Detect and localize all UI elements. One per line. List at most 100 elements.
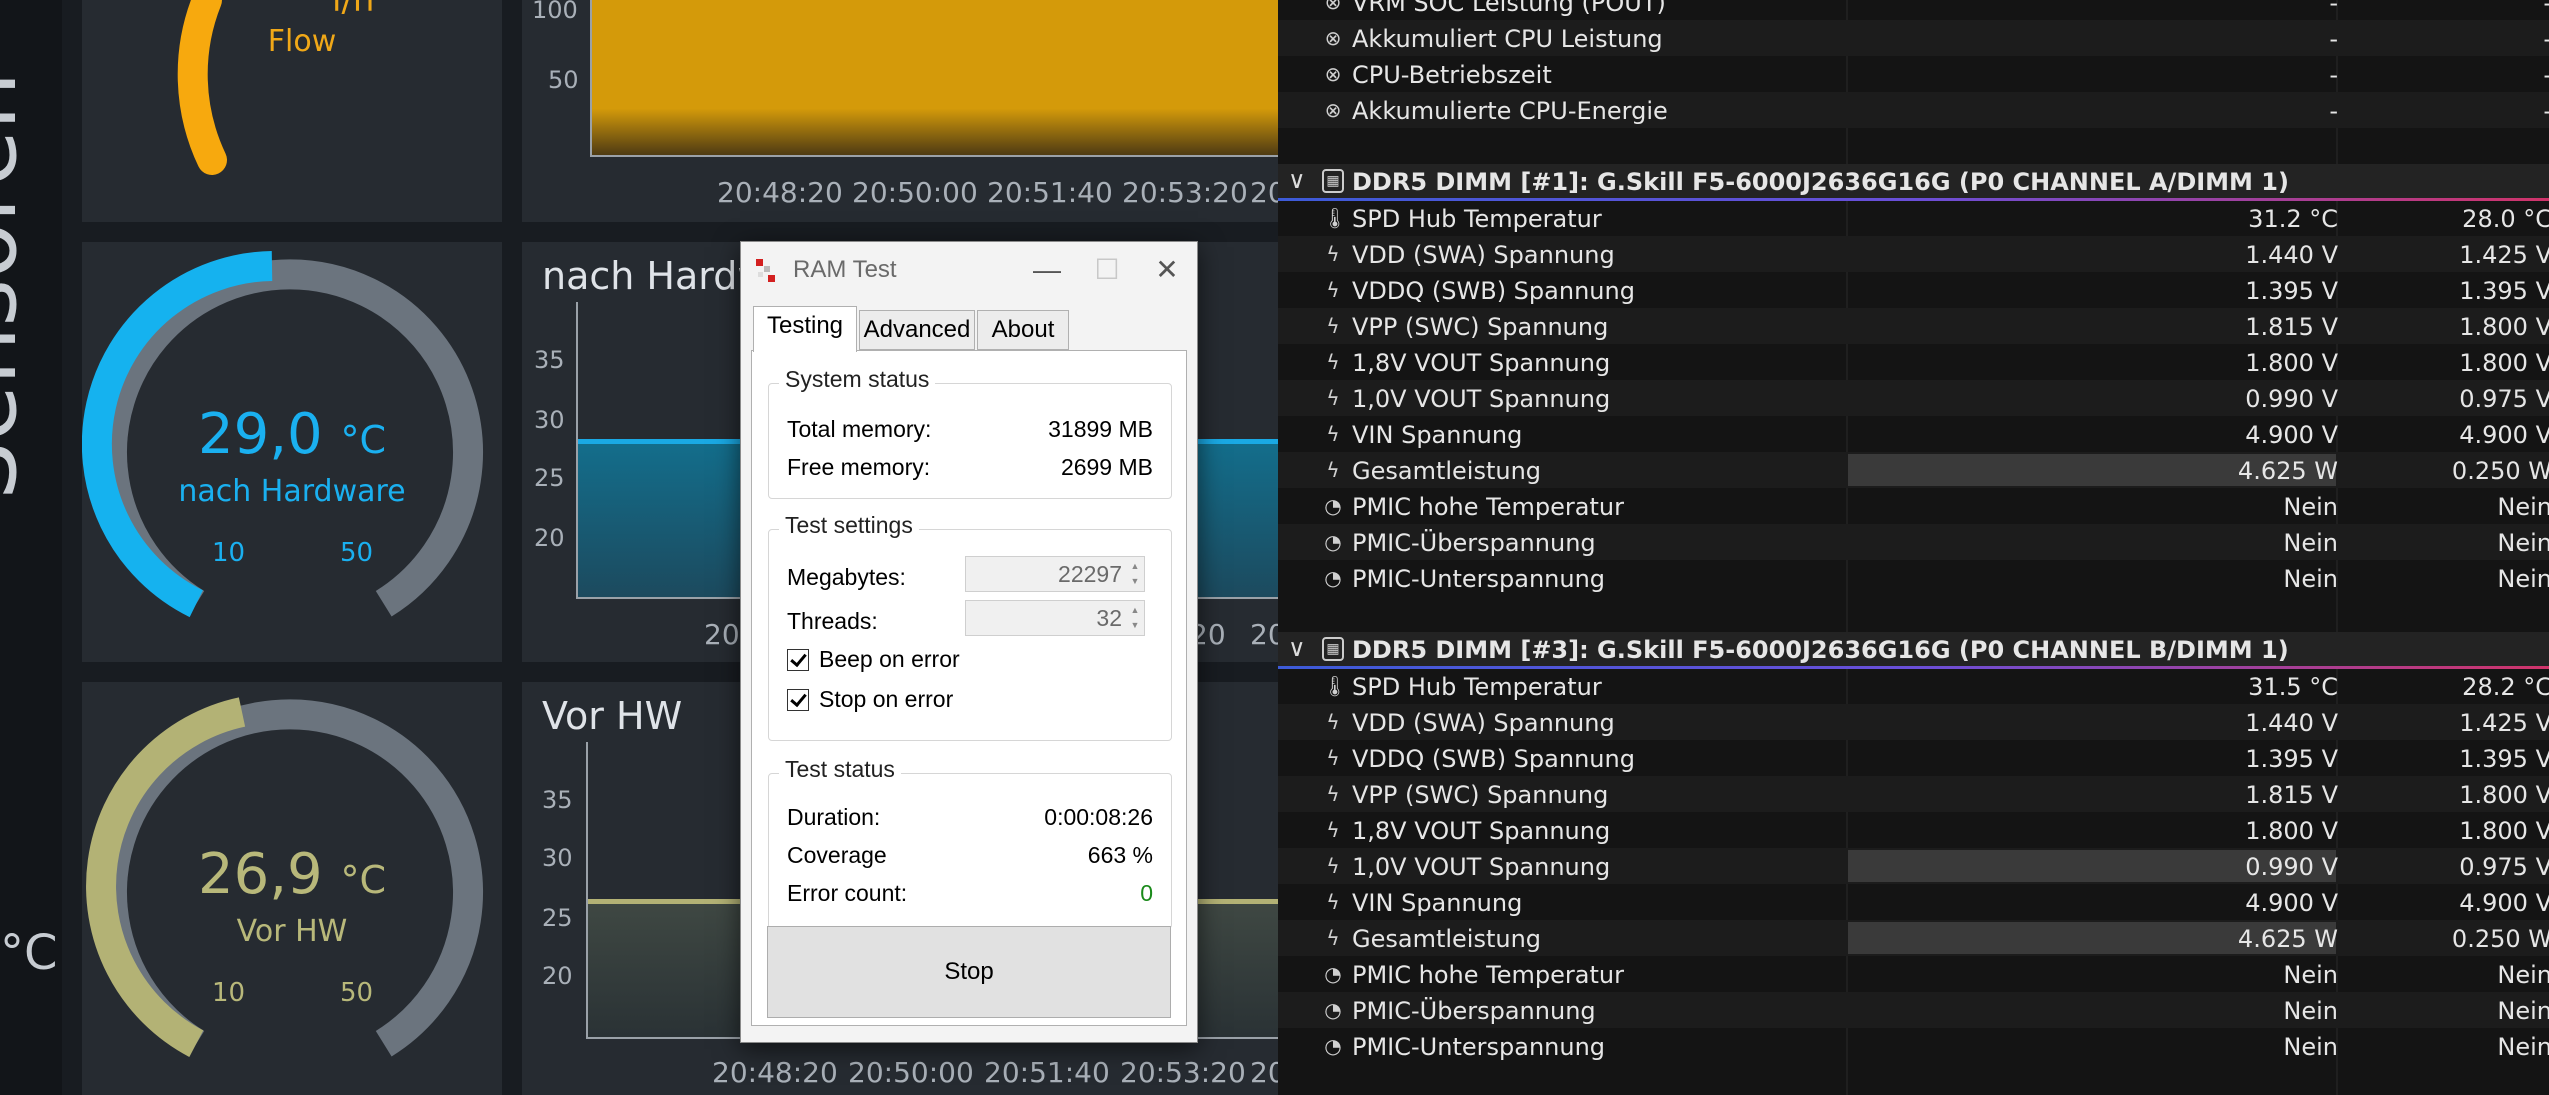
sensor-row[interactable]: ϟ1,8V VOUT Spannung1.800 V1.800 V1.815 V (1278, 812, 2549, 848)
sensor-min-value: 4.900 V (2459, 421, 2549, 449)
window-title: RAM Test (793, 256, 897, 283)
flow-time-label: 20:51:40 (987, 176, 1113, 209)
chart2-axis-label: 35 (534, 346, 565, 374)
sensor-current-value: - (2329, 25, 2338, 53)
nach-hardware-chart-title: nach Hardw (542, 254, 769, 298)
tab-advanced[interactable]: Advanced (859, 310, 975, 350)
sensor-row[interactable]: ◔PMIC-UnterspannungNeinNeinNein (1278, 560, 2549, 596)
clock-icon: ◔ (1324, 998, 1342, 1022)
ram-test-window[interactable]: RAM Test — ☐ ✕ Testing Advanced About Sy… (740, 241, 1198, 1043)
megabytes-label: Megabytes: (787, 564, 906, 590)
clock-icon: ◔ (1324, 962, 1342, 986)
sensor-name: Gesamtleistung (1352, 457, 1542, 485)
sensor-row[interactable]: ◔PMIC hohe TemperaturNeinNeinNein (1278, 956, 2549, 992)
sensor-min-value: 4.900 V (2459, 889, 2549, 917)
tab-about[interactable]: About (977, 310, 1069, 350)
sensor-min-value: 1.800 V (2459, 817, 2549, 845)
flow-gauge-label: Flow (267, 24, 337, 59)
close-button[interactable]: ✕ (1137, 242, 1197, 298)
chart3-axis-label: 20 (542, 962, 573, 990)
sensor-min-value: 28.2 °C (2462, 673, 2549, 701)
sensor-row[interactable]: ϟGesamtleistung4.625 W0.250 W5.000 W (1278, 452, 2549, 488)
sensor-name: VPP (SWC) Spannung (1352, 313, 1609, 341)
sensor-current-value: 31.2 °C (2248, 205, 2338, 233)
sensor-row[interactable]: ϟVPP (SWC) Spannung1.815 V1.800 V1.815 V (1278, 308, 2549, 344)
test-settings-title: Test settings (779, 512, 919, 539)
sensor-row[interactable]: ◔PMIC-UnterspannungNeinNeinNein (1278, 1028, 2549, 1064)
chevron-down-icon[interactable]: ∨ (1288, 166, 1306, 194)
flow-gauge-unit: l/h (332, 0, 375, 20)
sensor-name: PMIC-Unterspannung (1352, 565, 1606, 593)
sensor-row[interactable]: ϟVDD (SWA) Spannung1.440 V1.425 V1.455 V (1278, 704, 2549, 740)
sensor-name: Akkumuliert CPU Leistung (1352, 25, 1663, 53)
sensor-current-value: 4.625 W (2237, 925, 2338, 953)
lightning-icon: ϟ (1326, 458, 1340, 482)
threads-stepper-icon[interactable]: ▲ ▼ (1128, 603, 1142, 633)
stop-on-error-checkbox[interactable]: Stop on error (787, 686, 953, 713)
sensor-row[interactable]: 🌡SPD Hub Temperatur31.5 °C28.2 °C31.5 °C (1278, 668, 2549, 704)
minimize-button[interactable]: — (1017, 242, 1077, 298)
sensor-name: VIN Spannung (1352, 889, 1523, 917)
sensor-row[interactable]: ⊗Akkumulierte CPU-Energie--- (1278, 92, 2549, 128)
memory-chip-icon: ▦ (1322, 169, 1344, 193)
sensor-row[interactable]: ⊗VRM SOC Leistung (POUT)--- (1278, 0, 2549, 20)
sensor-current-value: 1.800 V (2245, 817, 2338, 845)
sensor-current-value: 1.395 V (2245, 745, 2338, 773)
chart3-time-label: 20:53:20 (1120, 1056, 1246, 1089)
sensor-name: 1,0V VOUT Spannung (1352, 853, 1611, 881)
sensor-row[interactable]: ϟ1,8V VOUT Spannung1.800 V1.800 V1.800 V (1278, 344, 2549, 380)
sensor-row[interactable]: ϟGesamtleistung4.625 W0.250 W4.875 W (1278, 920, 2549, 956)
sensor-min-value: - (2338, 61, 2549, 89)
sensor-row[interactable]: ◔PMIC-ÜberspannungNeinNeinNein (1278, 992, 2549, 1028)
sensor-name: VDDQ (SWB) Spannung (1352, 745, 1635, 773)
test-status-title: Test status (779, 756, 901, 783)
lightning-icon: ϟ (1326, 386, 1340, 410)
sensor-row[interactable]: ◔PMIC hohe TemperaturNeinNeinNein (1278, 488, 2549, 524)
sensor-current-value: - (2329, 97, 2338, 125)
sensor-row[interactable]: ϟ1,0V VOUT Spannung0.990 V0.975 V1.005 V (1278, 380, 2549, 416)
stop-button[interactable]: Stop (767, 926, 1171, 1018)
chart3-time-label: 20:50:00 (848, 1056, 974, 1089)
disabled-sensor-icon: ⊗ (1324, 0, 1342, 14)
sensor-min-value: - (2338, 97, 2549, 125)
sensor-row[interactable]: ◔PMIC-ÜberspannungNeinNeinNein (1278, 524, 2549, 560)
sensor-row[interactable]: ϟVPP (SWC) Spannung1.815 V1.800 V1.815 V (1278, 776, 2549, 812)
flow-time-label: 20:50:00 (852, 176, 978, 209)
beep-on-error-label: Beep on error (819, 646, 960, 672)
sensor-row[interactable]: ϟVDD (SWA) Spannung1.440 V1.425 V1.455 V (1278, 236, 2549, 272)
sensor-row[interactable]: ⊗Akkumuliert CPU Leistung--- (1278, 20, 2549, 56)
beep-on-error-checkbox[interactable]: Beep on error (787, 646, 960, 673)
sensor-row[interactable]: ϟVIN Spannung4.900 V4.900 V5.040 V (1278, 884, 2549, 920)
sensor-min-value: 1.800 V (2459, 349, 2549, 377)
dashboard-side-strip: Sensoren °C (0, 0, 62, 1095)
sensor-min-value: - (2338, 0, 2549, 17)
sensor-min-value: 0.975 V (2459, 853, 2549, 881)
tab-testing[interactable]: Testing (753, 306, 857, 352)
megabytes-stepper-icon[interactable]: ▲ ▼ (1128, 559, 1142, 589)
sensor-row[interactable]: ϟVDDQ (SWB) Spannung1.395 V1.395 V1.410 … (1278, 272, 2549, 308)
sensor-row[interactable]: ⊗CPU-Betriebszeit--- (1278, 56, 2549, 92)
chart2-y-axis (576, 302, 578, 599)
disabled-sensor-icon: ⊗ (1324, 26, 1342, 50)
sensor-group-header[interactable]: ∨ ▦ DDR5 DIMM [#3]: G.Skill F5-6000J2636G1… (1278, 632, 2549, 668)
sensor-group-header[interactable]: ∨ ▦ DDR5 DIMM [#1]: G.Skill F5-6000J2636G1… (1278, 164, 2549, 200)
gauge-max-label: 50 (340, 978, 374, 1008)
free-memory-label: Free memory: (787, 454, 931, 480)
checkbox-checked-icon[interactable] (787, 689, 809, 711)
sensor-min-value: 1.800 V (2459, 313, 2549, 341)
threads-input[interactable]: 32 ▲ ▼ (965, 600, 1145, 636)
sensor-name: 1,0V VOUT Spannung (1352, 385, 1611, 413)
sensor-table[interactable]: ⊗VRM SOC Leistung (POUT)---⊗Akkumuliert … (1278, 0, 2549, 1095)
title-bar[interactable]: RAM Test — ☐ ✕ (741, 242, 1197, 298)
sensor-row[interactable]: ϟVDDQ (SWB) Spannung1.395 V1.395 V1.410 … (1278, 740, 2549, 776)
lightning-icon: ϟ (1326, 350, 1340, 374)
sensor-group-name: DDR5 DIMM [#1]: G.Skill F5-6000J2636G16G… (1352, 168, 2289, 196)
sensor-row[interactable]: 🌡SPD Hub Temperatur31.2 °C28.0 °C31.2 °C (1278, 200, 2549, 236)
megabytes-input[interactable]: 22297 ▲ ▼ (965, 556, 1145, 592)
chevron-down-icon[interactable]: ∨ (1288, 634, 1306, 662)
checkbox-checked-icon[interactable] (787, 649, 809, 671)
sensor-row[interactable]: ϟVIN Spannung4.900 V4.900 V5.040 V (1278, 416, 2549, 452)
sensor-current-value: 0.990 V (2245, 853, 2338, 881)
sensor-row[interactable]: ϟ1,0V VOUT Spannung0.990 V0.975 V1.005 V (1278, 848, 2549, 884)
maximize-button[interactable]: ☐ (1077, 242, 1137, 298)
